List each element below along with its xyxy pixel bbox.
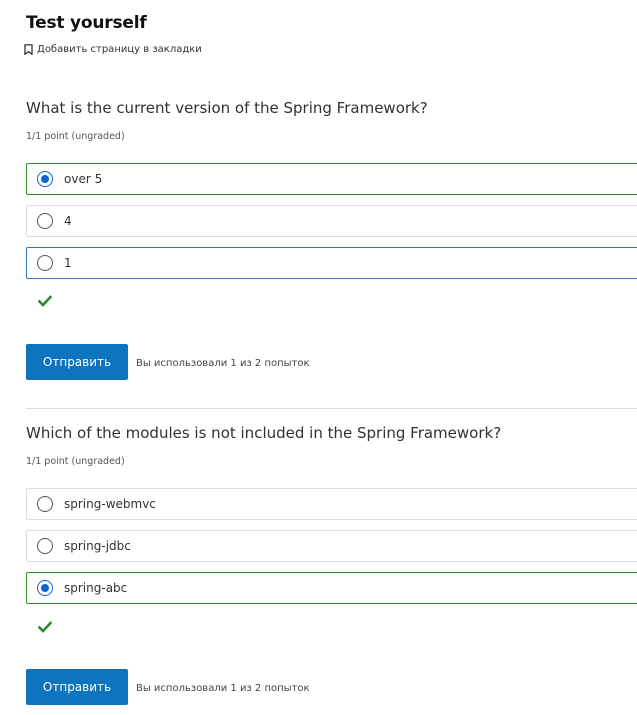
points-label: 1/1 point (ungraded) [26,456,125,467]
radio-button-checked[interactable] [37,580,53,596]
divider [26,408,637,409]
question-text: What is the current version of the Sprin… [26,99,428,117]
answer-option[interactable]: spring-abc [26,572,637,604]
option-label: spring-abc [64,581,128,595]
option-label: 1 [64,256,72,270]
option-label: spring-jdbc [64,539,131,553]
points-label: 1/1 point (ungraded) [26,131,125,142]
radio-button[interactable] [37,213,53,229]
answer-option[interactable]: 4 [26,205,637,237]
option-label: over 5 [64,172,103,186]
radio-button-checked[interactable] [37,171,53,187]
bookmark-link[interactable]: Добавить страницу в закладки [24,42,202,56]
answer-option[interactable]: spring-webmvc [26,488,637,520]
radio-button[interactable] [37,255,53,271]
answer-option[interactable]: over 5 [26,163,637,195]
bookmark-label: Добавить страницу в закладки [37,43,202,55]
answer-option[interactable]: 1 [26,247,637,279]
attempts-text: Вы использовали 1 из 2 попыток [136,358,310,369]
attempts-text: Вы использовали 1 из 2 попыток [136,683,310,694]
checkmark-icon [37,292,53,307]
radio-button[interactable] [37,496,53,512]
submit-button[interactable]: Отправить [26,344,128,380]
submit-button[interactable]: Отправить [26,669,128,705]
option-label: 4 [64,214,72,228]
answer-option[interactable]: spring-jdbc [26,530,637,562]
bookmark-icon [24,43,33,55]
option-label: spring-webmvc [64,497,156,511]
page-title: Test yourself [26,13,147,33]
checkmark-icon [37,618,53,633]
radio-button[interactable] [37,538,53,554]
question-text: Which of the modules is not included in … [26,424,502,442]
